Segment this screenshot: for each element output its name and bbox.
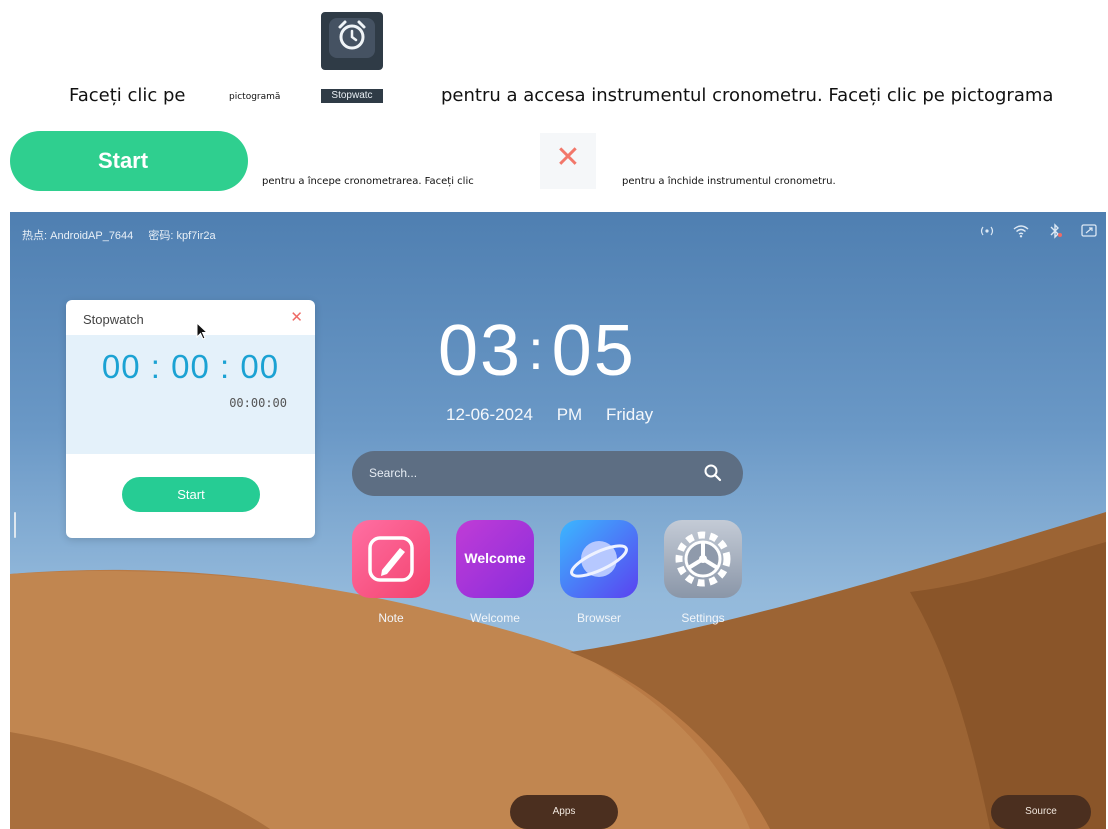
- bluetooth-icon[interactable]: [1046, 222, 1064, 240]
- hotspot-name: 热点: AndroidAP_7644: [22, 230, 134, 242]
- search-bar[interactable]: Search...: [352, 451, 743, 496]
- side-drawer-handle[interactable]: [14, 512, 16, 538]
- hotspot-icon[interactable]: [978, 222, 996, 240]
- note-pen-icon[interactable]: [352, 520, 430, 598]
- search-placeholder: Search...: [369, 466, 418, 480]
- app-note[interactable]: Note: [351, 520, 431, 625]
- mouse-cursor-icon: [196, 322, 209, 340]
- home-clock: 03:05: [438, 310, 636, 392]
- stopwatch-icon-label: Stopwatc: [321, 89, 383, 103]
- close-icon: ✕: [555, 141, 581, 174]
- clock-colon: :: [528, 318, 546, 381]
- instruction-text-2: pentru a accesa instrumentul cronometru.…: [441, 85, 1054, 106]
- stopwatch-start-button[interactable]: Start: [122, 477, 260, 512]
- stopwatch-main-time: 00 : 00 : 00: [101, 348, 280, 385]
- welcome-tile-text: Welcome: [464, 550, 526, 566]
- close-icon-example: ✕: [540, 133, 596, 189]
- date-row: 12-06-2024 PM Friday: [446, 405, 672, 425]
- instruction-text-3: pentru a începe cronometrarea. Faceți cl…: [262, 176, 474, 187]
- stopwatch-window: Stopwatch ✕ 00 : 00 : 00 00:00:00 Start: [66, 300, 315, 538]
- app-label-welcome: Welcome: [470, 611, 520, 625]
- clock-minutes: 05: [551, 311, 636, 391]
- app-browser[interactable]: Browser: [559, 520, 639, 625]
- gear-icon[interactable]: [664, 520, 742, 598]
- instruction-text-1: Faceți clic pe: [69, 85, 186, 106]
- stopwatch-title: Stopwatch: [83, 312, 144, 327]
- weekday-text: Friday: [605, 405, 654, 424]
- screen-share-icon[interactable]: [1080, 222, 1098, 240]
- instruction-text-4: pentru a închide instrumentul cronometru…: [622, 176, 836, 187]
- stopwatch-close-button[interactable]: ✕: [290, 308, 303, 326]
- ampm-text: PM: [556, 405, 583, 424]
- source-button[interactable]: Source: [991, 795, 1091, 829]
- stopwatch-app-icon: [321, 12, 383, 70]
- alarm-clock-icon: [338, 20, 366, 50]
- clock-hours: 03: [438, 311, 523, 391]
- stopwatch-sub-time: 00:00:00: [229, 396, 287, 410]
- search-icon[interactable]: [703, 463, 723, 483]
- app-welcome[interactable]: Welcome Welcome: [455, 520, 535, 625]
- app-label-note: Note: [378, 611, 404, 625]
- app-label-settings: Settings: [681, 611, 725, 625]
- planet-browser-icon[interactable]: [560, 520, 638, 598]
- instruction-small-text: pictogramă: [229, 92, 281, 102]
- wifi-icon[interactable]: [1012, 222, 1030, 240]
- start-button-example: Start: [10, 131, 248, 191]
- apps-button[interactable]: Apps: [510, 795, 618, 829]
- start-button-example-label: Start: [97, 148, 149, 173]
- date-text: 12-06-2024: [446, 405, 533, 424]
- app-settings[interactable]: Settings: [663, 520, 743, 625]
- welcome-icon[interactable]: Welcome: [456, 520, 534, 598]
- status-icons: [978, 222, 1098, 240]
- app-label-browser: Browser: [576, 611, 621, 625]
- hotspot-password: 密码: kpf7ir2a: [148, 230, 216, 242]
- hotspot-info: 热点: AndroidAP_7644 密码: kpf7ir2a: [22, 227, 228, 243]
- device-screen: 热点: AndroidAP_7644 密码: kpf7ir2a Stopwatc…: [10, 212, 1106, 829]
